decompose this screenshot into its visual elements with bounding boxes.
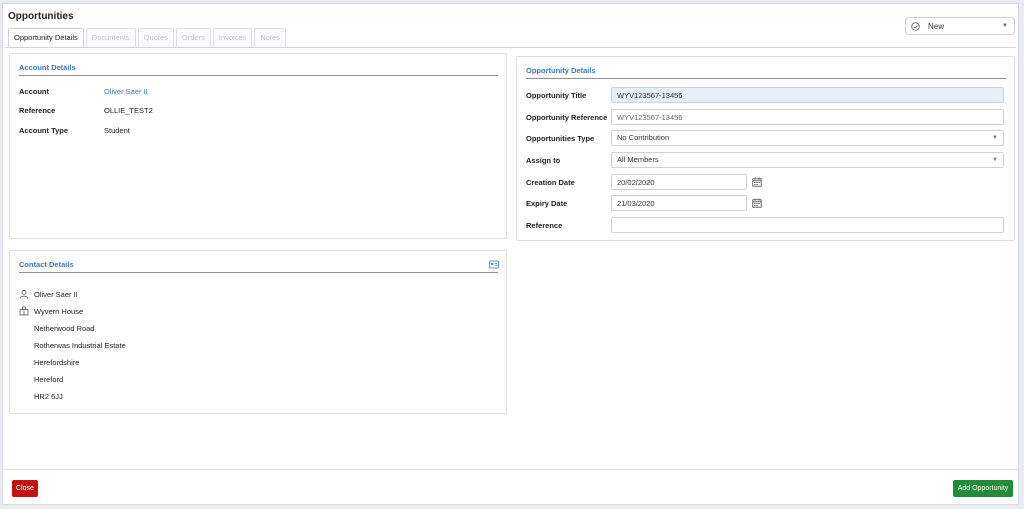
account-link[interactable]: Oliver Saer II — [104, 87, 148, 96]
expiry-date-label: Expiry Date — [526, 199, 568, 208]
account-type-value: Student — [104, 126, 130, 135]
opportunity-details-panel: Opportunity Details Opportunity Title Op… — [516, 56, 1015, 241]
address-line-1: Netherwood Road — [34, 324, 95, 333]
tab-invoices[interactable]: Invoices — [212, 28, 253, 47]
chevron-down-icon: ▼ — [992, 135, 998, 141]
status-select[interactable]: New ▼ — [905, 17, 1015, 35]
creation-date-label: Creation Date — [526, 178, 575, 187]
page-title: Opportunities — [8, 11, 74, 22]
chevron-down-icon: ▼ — [1002, 23, 1008, 29]
expiry-date-input[interactable] — [611, 195, 747, 211]
account-details-panel: Account Details Account Oliver Saer II R… — [9, 53, 507, 239]
contact-details-rule — [19, 272, 498, 273]
assign-to-select[interactable]: All Members ▼ — [611, 152, 1004, 168]
opportunities-type-label: Opportunities Type — [526, 134, 595, 143]
reference-label: Reference — [19, 106, 56, 115]
address-line-4: Hereford — [34, 375, 64, 384]
reference-value: OLLIE_TEST2 — [104, 106, 153, 115]
opportunities-type-select[interactable]: No Contribution ▼ — [611, 130, 1004, 146]
account-details-title: Account Details — [19, 63, 76, 72]
check-circle-icon — [911, 21, 920, 31]
address-line-2: Rotherwas Industrial Estate — [34, 341, 126, 350]
person-icon — [19, 289, 29, 299]
opportunity-reference-label: Opportunity Reference — [526, 113, 608, 122]
footer-divider — [3, 469, 1018, 470]
tab-bar: Opportunity Details Documents Quotes Ord… — [8, 28, 288, 48]
opportunity-title-label: Opportunity Title — [526, 91, 587, 100]
reference-input[interactable] — [611, 217, 1004, 233]
tab-documents[interactable]: Documents — [85, 28, 136, 47]
chevron-down-icon: ▼ — [992, 157, 998, 163]
opportunity-window: Opportunities Opportunity Details Docume… — [2, 3, 1019, 505]
tab-notes[interactable]: Notes — [254, 28, 286, 47]
opportunity-details-title: Opportunity Details — [526, 66, 596, 75]
contact-card-icon[interactable] — [489, 260, 499, 269]
status-value: New — [928, 21, 945, 31]
tab-orders[interactable]: Orders — [175, 28, 211, 47]
contact-name: Oliver Saer II — [34, 290, 78, 299]
creation-date-input[interactable] — [611, 174, 747, 190]
tab-quotes[interactable]: Quotes — [137, 28, 174, 47]
contact-details-panel: Contact Details Oliver Saer II Wyvern Ho… — [9, 250, 507, 414]
account-type-label: Account Type — [19, 126, 69, 135]
opportunities-type-value: No Contribution — [617, 133, 670, 142]
account-details-rule — [19, 75, 498, 76]
tab-opportunity-details[interactable]: Opportunity Details — [8, 28, 84, 48]
assign-to-label: Assign to — [526, 156, 561, 165]
account-label: Account — [19, 87, 49, 96]
opportunity-reference-input[interactable] — [611, 109, 1004, 125]
building-icon — [19, 306, 29, 316]
opportunity-details-rule — [526, 78, 1006, 79]
reference-field-label: Reference — [526, 221, 563, 230]
add-opportunity-button[interactable]: Add Opportunity — [953, 480, 1013, 497]
address-line-3: Herefordshire — [34, 358, 80, 367]
assign-to-value: All Members — [617, 155, 659, 164]
close-button[interactable]: Close — [12, 480, 38, 497]
opportunity-title-input[interactable] — [611, 87, 1004, 103]
contact-company: Wyvern House — [34, 307, 84, 316]
calendar-icon[interactable] — [752, 198, 762, 208]
address-line-5: HR2 6JJ — [34, 392, 63, 401]
calendar-icon[interactable] — [752, 177, 762, 187]
contact-details-title: Contact Details — [19, 260, 74, 269]
tabs-divider — [5, 47, 1016, 48]
